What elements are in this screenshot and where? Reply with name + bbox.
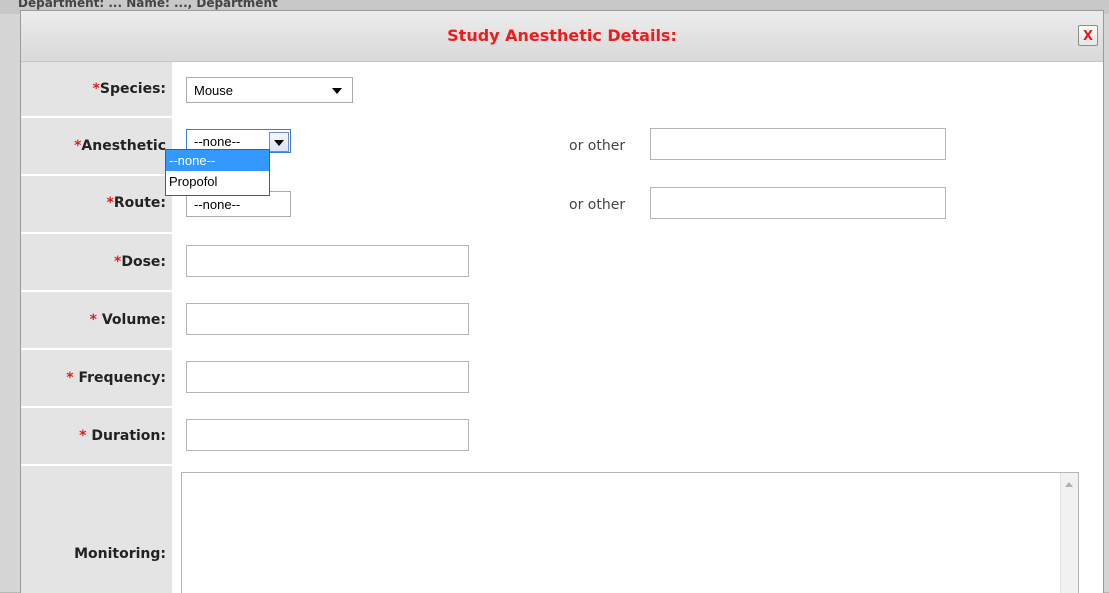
species-selected-value: Mouse	[194, 83, 234, 98]
volume-row: * Volume:	[21, 292, 1103, 350]
volume-label: * Volume:	[89, 312, 166, 328]
anesthetic-other-input[interactable]	[650, 128, 946, 160]
anesthetic-or-other-label: or other	[569, 138, 626, 154]
anesthetic-details-dialog: Study Anesthetic Details: X *Species: Mo…	[20, 10, 1104, 593]
monitoring-label: Monitoring:	[74, 546, 166, 562]
duration-label: * Duration:	[79, 428, 166, 444]
volume-input[interactable]	[186, 303, 469, 335]
monitoring-scrollbar[interactable]	[1060, 473, 1078, 593]
dialog-title: Study Anesthetic Details:	[447, 26, 677, 45]
dose-label: *Dose:	[114, 254, 166, 270]
frequency-row: * Frequency:	[21, 350, 1103, 408]
anesthetic-dropdown-list: --none-- Propofol	[165, 149, 270, 196]
route-or-other-label: or other	[569, 197, 626, 213]
duration-row: * Duration:	[21, 408, 1103, 466]
dropdown-button[interactable]	[269, 132, 289, 152]
dose-row: *Dose:	[21, 234, 1103, 292]
species-select[interactable]: Mouse	[186, 77, 353, 103]
route-other-input[interactable]	[650, 187, 946, 219]
route-label: *Route:	[106, 195, 166, 211]
dropdown-option-propofol[interactable]: Propofol	[166, 171, 269, 192]
frequency-label: * Frequency:	[66, 370, 166, 386]
duration-input[interactable]	[186, 419, 469, 451]
close-button[interactable]: X	[1078, 25, 1098, 46]
background-header-text: Department: ... Name: ..., Department	[18, 0, 278, 10]
frequency-input[interactable]	[186, 361, 469, 393]
scroll-up-icon[interactable]	[1065, 482, 1073, 487]
monitoring-textarea[interactable]	[181, 472, 1079, 593]
dropdown-option-none[interactable]: --none--	[166, 150, 269, 171]
chevron-down-icon	[274, 140, 284, 146]
species-label: *Species:	[92, 81, 166, 97]
anesthetic-selected-value: --none--	[194, 134, 241, 149]
route-selected-value: --none--	[194, 197, 241, 212]
background-page-left-edge	[0, 14, 20, 592]
anesthetic-label: *Anesthetic	[74, 138, 166, 154]
chevron-down-icon	[332, 88, 342, 94]
required-marker: *	[92, 81, 100, 97]
dose-input[interactable]	[186, 245, 469, 277]
species-row: *Species: Mouse	[21, 62, 1103, 118]
dialog-titlebar: Study Anesthetic Details: X	[21, 11, 1103, 62]
